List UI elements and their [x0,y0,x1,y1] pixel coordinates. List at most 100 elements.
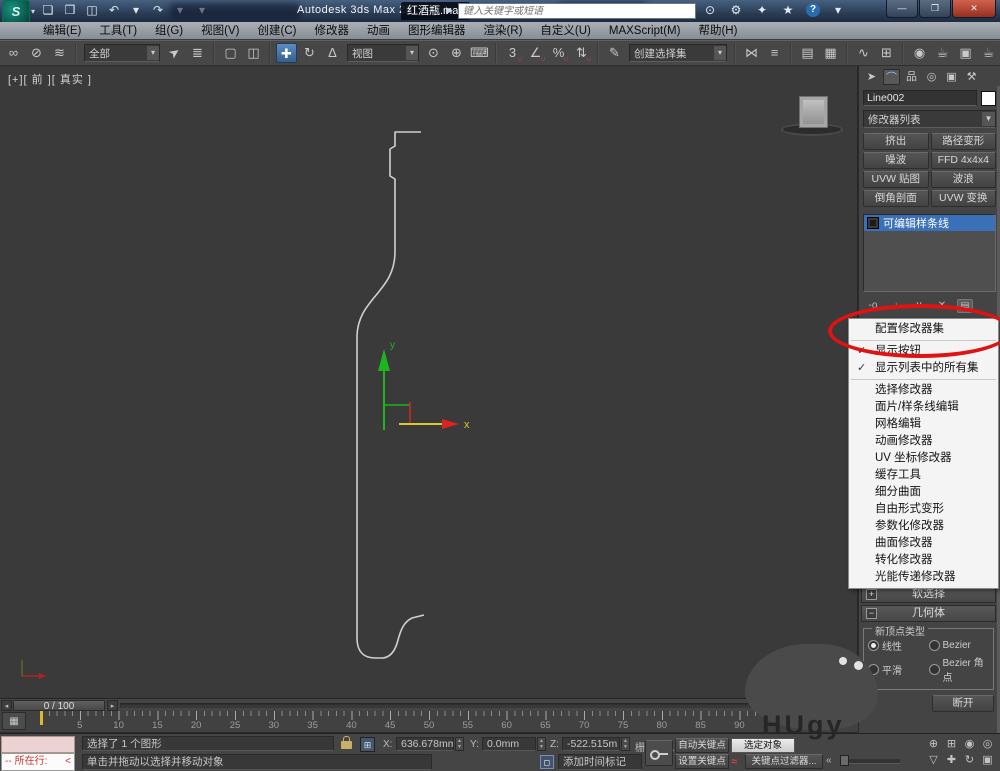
help-dropdown-icon[interactable]: ▾ [830,2,846,18]
auto-key-button[interactable]: 自动关键点 [675,738,729,753]
menu-item[interactable]: 自定义(U) [531,22,599,40]
modifier-button[interactable]: FFD 4x4x4 [931,152,997,169]
mini-curve-editor-icon[interactable]: ▦ [2,712,26,730]
modifier-button[interactable]: 倒角剖面 [863,190,929,207]
modifier-button[interactable]: UVW 贴图 [863,171,929,188]
radio-icon[interactable] [929,640,940,651]
bind-to-space-warp-icon[interactable]: ≋ [49,43,70,63]
modifier-button[interactable]: 噪波 [863,152,929,169]
transform-gizmo[interactable]: y x [378,340,470,431]
set-keys-button[interactable] [645,740,673,766]
object-name-field[interactable]: Line002 [863,90,977,106]
material-editor-icon[interactable]: ◉ [909,43,930,63]
context-menu-item[interactable]: ✓显示列表中的所有集 [849,360,998,377]
menu-item[interactable]: 创建(C) [248,22,305,40]
key-filters-button[interactable]: 关键点过滤器... [745,754,823,769]
app-menu-caret-icon[interactable]: ▾ [31,7,35,16]
expand-icon[interactable]: + [866,589,877,600]
select-and-link-icon[interactable]: ∞ [3,43,24,63]
rendered-frame-window-icon[interactable]: ▣ [955,43,976,63]
context-menu-item[interactable]: 选择修改器 [849,382,998,399]
selection-filter-dropdown[interactable]: 全部▾ [84,44,160,62]
zoom-extents-icon[interactable]: ◉ [961,737,978,752]
chevron-down-icon[interactable]: ▾ [406,46,418,60]
menu-item[interactable]: 帮助(H) [689,22,746,40]
collapse-icon[interactable]: − [866,608,877,619]
zoom-all-icon[interactable]: ⊞ [943,737,960,752]
radio-linear[interactable]: 线性 [868,638,929,653]
menu-item[interactable]: MAXScript(M) [600,22,690,40]
layer-manager-icon[interactable]: ▤ [797,43,818,63]
maxscript-mini-listener[interactable] [1,736,75,753]
time-tag-icon[interactable]: ◻ [540,755,554,769]
motion-tab-icon[interactable]: ◎ [923,69,940,85]
context-menu-item[interactable]: 网格编辑 [849,416,998,433]
modifier-list-dropdown[interactable]: 修改器列表 ▼ [863,110,996,128]
radio-icon[interactable] [929,664,940,675]
zoom-icon[interactable]: ⊕ [925,737,942,752]
pan-icon[interactable]: ✚ [943,753,960,768]
wrench-icon[interactable]: ⚙ [728,2,744,18]
window-crossing-icon[interactable]: ◫ [243,43,264,63]
context-menu-item[interactable]: 曲面修改器 [849,535,998,552]
select-and-move-icon[interactable]: ✚ [276,43,297,63]
unlink-selection-icon[interactable]: ⊘ [26,43,47,63]
menu-item[interactable]: 编辑(E) [34,22,90,40]
field-of-view-icon[interactable]: ▽ [925,753,942,768]
view-cube[interactable] [778,90,848,140]
playback-slider[interactable] [842,759,900,764]
radio-icon[interactable] [868,640,879,651]
context-menu-item[interactable]: 光能传递修改器 [849,569,998,586]
search-icon[interactable]: ⊙ [702,2,718,18]
absolute-mode-toggle-icon[interactable]: ⊞ [360,737,375,752]
playback-slider-handle[interactable] [840,755,849,766]
time-slider-track[interactable] [120,703,856,708]
utilities-tab-icon[interactable]: ⚒ [963,69,980,85]
radio-bezier-corner[interactable]: Bezier 角点 [929,654,990,684]
time-slider-handle[interactable]: 0 / 100 [13,700,105,711]
maxscript-listener-line[interactable]: -- 所在行: < [1,753,75,771]
x-coordinate-field[interactable]: 636.678mm [396,737,454,751]
chevron-down-icon[interactable]: ▼ [982,112,995,126]
zoom-extents-all-icon[interactable]: ◎ [979,737,996,752]
context-menu-item[interactable]: 细分曲面 [849,484,998,501]
z-coordinate-field[interactable]: -522.515m [562,737,620,751]
reference-coordinate-dropdown[interactable]: 视图▾ [347,44,419,62]
chevron-down-icon[interactable]: ▾ [147,46,159,60]
app-logo[interactable]: S [2,0,30,24]
orbit-icon[interactable]: ↻ [961,753,978,768]
redo-icon[interactable]: ↷ [150,2,166,18]
create-tab-icon[interactable]: ➤ [863,69,880,85]
search-input[interactable] [458,3,696,19]
modifier-button[interactable]: 波浪 [931,171,997,188]
rollout-geometry[interactable]: − 几何体 [861,605,996,622]
select-object-icon[interactable]: ➤ [160,39,189,67]
named-selection-sets-dropdown[interactable]: 创建选择集▾ [629,44,727,62]
edit-named-selection-sets-icon[interactable]: ✎ [604,43,625,63]
next-frame-button[interactable]: ▸ [107,700,118,711]
modifier-button[interactable]: 路径变形 [931,133,997,150]
select-and-scale-icon[interactable]: ∆ [322,43,343,63]
select-by-name-icon[interactable]: ≣ [187,43,208,63]
previous-frame-button[interactable]: ◂ [1,700,12,711]
render-setup-icon[interactable]: ☕ [932,43,953,63]
communication-center-icon[interactable]: ✦ [754,2,770,18]
context-menu-item[interactable]: UV 坐标修改器 [849,450,998,467]
rectangular-selection-region-icon[interactable]: ▢ [220,43,241,63]
render-production-icon[interactable]: ☕ [978,43,999,63]
maximize-button[interactable]: ❐ [919,0,951,18]
menu-item[interactable]: 视图(V) [192,22,248,40]
graphite-ribbon-icon[interactable]: ▦ [820,43,841,63]
view-cube-box[interactable] [799,96,828,128]
keyboard-shortcut-override-icon[interactable]: ⌨ [469,43,490,63]
break-button[interactable]: 断开 [932,695,994,712]
angle-snap-icon[interactable]: ∠∩ [525,43,546,63]
curve-editor-icon[interactable]: ∿ [853,43,874,63]
selection-lock-icon[interactable] [341,741,352,749]
context-menu-item[interactable]: 缓存工具 [849,467,998,484]
chevron-down-icon[interactable]: ▾ [714,46,726,60]
maximize-viewport-icon[interactable]: ▣ [979,753,996,768]
open-file-icon[interactable]: ❒ [62,2,78,18]
favorites-star-icon[interactable]: ★ [780,2,796,18]
add-time-tag-field[interactable]: 添加时间标记 [558,754,642,770]
